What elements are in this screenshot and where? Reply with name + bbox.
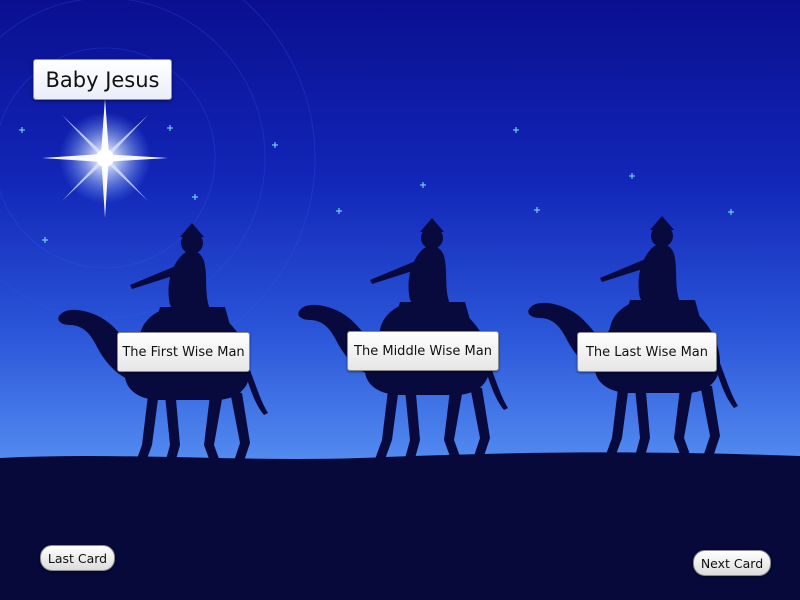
first-wise-man-button[interactable]: The First Wise Man (117, 332, 250, 372)
next-card-button[interactable]: Next Card (693, 550, 771, 576)
desert-ground (0, 452, 800, 600)
sparkle-star-icon (167, 125, 173, 131)
sparkle-star-icon (19, 127, 25, 133)
last-wise-man-button[interactable]: The Last Wise Man (577, 332, 717, 372)
sparkle-star-icon (420, 182, 426, 188)
sparkle-star-icon (192, 194, 198, 200)
last-card-button[interactable]: Last Card (40, 545, 115, 571)
sparkle-star-icon (272, 142, 278, 148)
sparkle-star-icon (336, 208, 342, 214)
bethlehem-star-icon (42, 98, 168, 218)
sparkle-star-icon (42, 237, 48, 243)
sparkle-star-icon (534, 207, 540, 213)
sparkle-star-icon (513, 127, 519, 133)
card-title[interactable]: Baby Jesus (33, 59, 172, 100)
sparkle-star-icon (728, 209, 734, 215)
middle-wise-man-button[interactable]: The Middle Wise Man (347, 331, 499, 371)
sparkle-star-icon (629, 173, 635, 179)
card-stage: Baby Jesus The First Wise Man The Middle… (0, 0, 800, 600)
